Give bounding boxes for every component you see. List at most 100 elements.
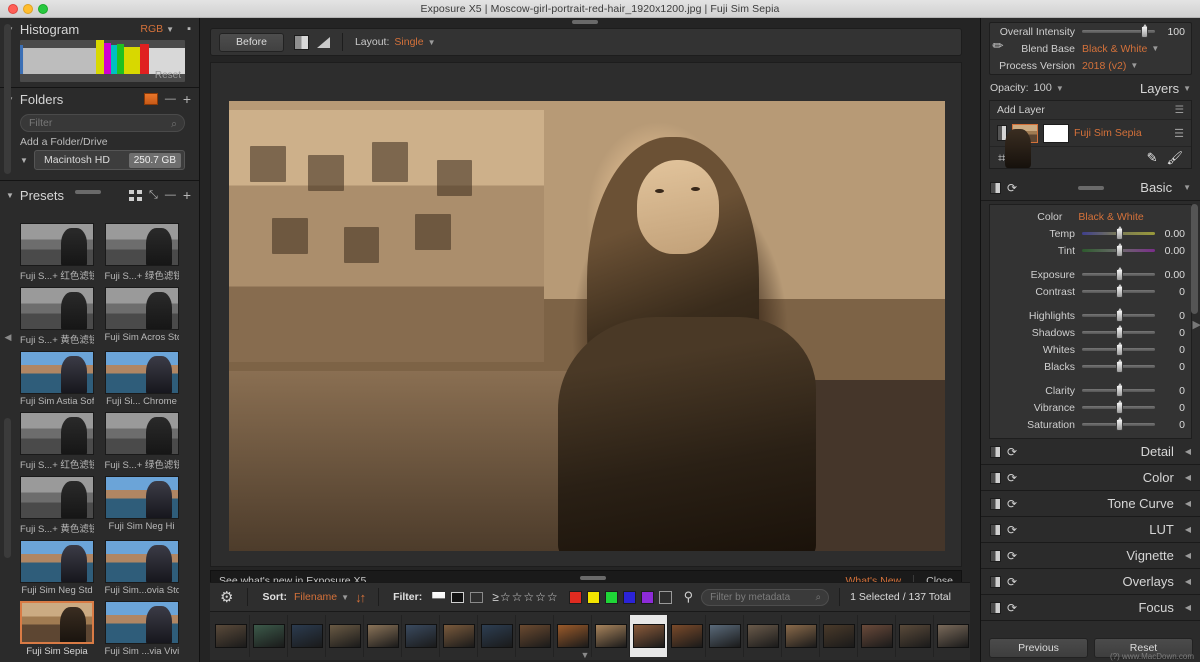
- flag-rejected-icon[interactable]: [451, 591, 465, 603]
- panel-header-overlays[interactable]: ⟳ Overlays ◀: [981, 569, 1200, 595]
- slider-control[interactable]: [1082, 341, 1155, 356]
- preset-thumbnail[interactable]: [104, 351, 179, 394]
- panel-reset-icon[interactable]: ⟳: [1007, 471, 1017, 485]
- preset-item[interactable]: Fuji S...+ 绿色滤镜: [104, 412, 179, 471]
- panel-header-focus[interactable]: ⟳ Focus ◀: [981, 595, 1200, 621]
- filmstrip-thumbnail[interactable]: [820, 615, 858, 657]
- chevron-down-icon[interactable]: ▼: [20, 156, 34, 165]
- gradient-view-icon[interactable]: [316, 36, 330, 48]
- histogram-options-icon[interactable]: ▪: [187, 23, 191, 35]
- slider-row-exposure[interactable]: Exposure 0.00: [990, 266, 1191, 283]
- slider-row-blacks[interactable]: Blacks 0: [990, 358, 1191, 375]
- slider-control[interactable]: [1082, 266, 1155, 281]
- slider-row-shadows[interactable]: Shadows 0: [990, 324, 1191, 341]
- slider-row-whites[interactable]: Whites 0: [990, 341, 1191, 358]
- previous-button[interactable]: Previous: [989, 638, 1088, 658]
- flag-picked-icon[interactable]: [432, 591, 446, 603]
- color-swatch-yellow[interactable]: [586, 590, 600, 604]
- panel-toggle-icon[interactable]: [990, 523, 1001, 536]
- slider-control[interactable]: [1082, 358, 1155, 373]
- preset-thumbnail[interactable]: [20, 540, 94, 583]
- chevron-left-icon[interactable]: ◀: [1185, 525, 1191, 534]
- opacity-value[interactable]: 100: [1034, 82, 1052, 94]
- preset-thumbnail[interactable]: [104, 601, 179, 644]
- preset-thumbnail[interactable]: [20, 223, 94, 266]
- window-controls[interactable]: [8, 4, 48, 14]
- slider-control[interactable]: [1082, 382, 1155, 397]
- panel-resize-handle[interactable]: [75, 190, 101, 194]
- add-folder-icon[interactable]: +: [183, 91, 191, 107]
- maximize-window-button[interactable]: [38, 4, 48, 14]
- overall-intensity-slider[interactable]: [1082, 23, 1155, 38]
- filmstrip-thumbnail[interactable]: [934, 615, 970, 657]
- gear-icon[interactable]: ⚙: [220, 588, 233, 606]
- brush-icon[interactable]: 🖌: [1166, 150, 1183, 166]
- add-layer-row[interactable]: Add Layer ☰: [990, 101, 1191, 120]
- pencil-icon[interactable]: ✎: [1147, 150, 1158, 166]
- chevron-down-icon[interactable]: ▼: [6, 191, 14, 200]
- layer-item[interactable]: Fuji Sim Sepia ☰: [990, 120, 1191, 168]
- chevron-down-icon[interactable]: ▼: [1183, 84, 1191, 93]
- add-preset-icon[interactable]: +: [183, 187, 191, 203]
- slider-row-clarity[interactable]: Clarity 0: [990, 382, 1191, 399]
- filmstrip-thumbnail[interactable]: [668, 615, 706, 657]
- flag-unflagged-icon[interactable]: [470, 591, 484, 603]
- filmstrip-thumbnail[interactable]: [896, 615, 934, 657]
- close-window-button[interactable]: [8, 4, 18, 14]
- minimize-window-button[interactable]: [23, 4, 33, 14]
- basic-toggle-icon[interactable]: [990, 181, 1001, 194]
- color-swatch-red[interactable]: [568, 590, 582, 604]
- chevron-left-icon[interactable]: ◀: [1185, 577, 1191, 586]
- chevron-left-icon[interactable]: ◀: [1185, 499, 1191, 508]
- panel-toggle-icon[interactable]: [990, 549, 1001, 562]
- filmstrip-collapse-arrow[interactable]: ▼: [580, 650, 590, 660]
- panel-reset-icon[interactable]: ⟳: [1007, 575, 1017, 589]
- chevron-down-icon[interactable]: ▼: [1130, 61, 1138, 70]
- presets-header[interactable]: ▼ Presets ⤡ — +: [0, 184, 199, 206]
- panel-toggle-icon[interactable]: [990, 471, 1001, 484]
- panel-reset-icon[interactable]: ⟳: [1007, 549, 1017, 563]
- preset-thumbnail[interactable]: [20, 287, 94, 330]
- preset-thumbnail[interactable]: [104, 476, 179, 519]
- slider-control[interactable]: [1082, 307, 1155, 322]
- color-swatch-none[interactable]: [658, 590, 672, 604]
- before-button[interactable]: Before: [219, 32, 284, 52]
- overall-intensity-row[interactable]: Overall Intensity 100: [990, 23, 1191, 40]
- top-resize-handle[interactable]: [572, 20, 598, 24]
- chevron-down-icon[interactable]: ▼: [1183, 183, 1191, 192]
- filmstrip[interactable]: [210, 612, 970, 660]
- panel-header-color[interactable]: ⟳ Color ◀: [981, 465, 1200, 491]
- panel-header-tone-curve[interactable]: ⟳ Tone Curve ◀: [981, 491, 1200, 517]
- preset-thumbnail[interactable]: [104, 287, 179, 330]
- keyword-icon[interactable]: ⚲: [684, 589, 694, 605]
- preset-item[interactable]: Fuji S...+ 红色滤镜: [20, 223, 94, 282]
- preset-thumbnail[interactable]: [20, 412, 94, 455]
- chevron-left-icon[interactable]: ◀: [1185, 551, 1191, 560]
- layer-mask-thumbnail[interactable]: [1043, 123, 1069, 143]
- right-panel-scrollbar[interactable]: [1191, 204, 1198, 314]
- preset-item[interactable]: Fuji Sim Neg Std: [20, 540, 94, 596]
- reset-basic-icon[interactable]: ⟳: [1007, 181, 1017, 195]
- folders-header[interactable]: ▼ Folders — +: [0, 88, 199, 110]
- color-swatch-green[interactable]: [604, 590, 618, 604]
- filmstrip-resize-handle[interactable]: [580, 576, 606, 580]
- sort-value[interactable]: Filename: [294, 591, 337, 603]
- left-panel-collapse-arrow[interactable]: ◀: [3, 332, 13, 343]
- histogram-header[interactable]: ▼ Histogram RGB ▼ ▪: [0, 18, 199, 40]
- filmstrip-thumbnail[interactable]: [250, 615, 288, 657]
- filmstrip-thumbnail[interactable]: [744, 615, 782, 657]
- layer-thumbnail[interactable]: [1005, 123, 1038, 168]
- slider-row-temp[interactable]: Temp 0.00: [990, 225, 1191, 242]
- preset-item[interactable]: Fuji S...+ 红色滤镜: [20, 412, 94, 471]
- panel-reset-icon[interactable]: ⟳: [1007, 523, 1017, 537]
- tab-black-and-white[interactable]: Black & White: [1078, 211, 1143, 223]
- filmstrip-thumbnail[interactable]: [782, 615, 820, 657]
- remove-folder-icon[interactable]: —: [165, 93, 176, 105]
- split-view-icon[interactable]: [293, 34, 309, 50]
- process-version-value[interactable]: 2018 (v2): [1082, 60, 1126, 72]
- layer-options-icon[interactable]: ☰: [1174, 127, 1184, 140]
- filmstrip-thumbnail[interactable]: [440, 615, 478, 657]
- preset-item[interactable]: Fuji Sim Acros Std: [104, 287, 179, 346]
- panel-toggle-icon[interactable]: [990, 575, 1001, 588]
- slider-row-saturation[interactable]: Saturation 0: [990, 416, 1191, 433]
